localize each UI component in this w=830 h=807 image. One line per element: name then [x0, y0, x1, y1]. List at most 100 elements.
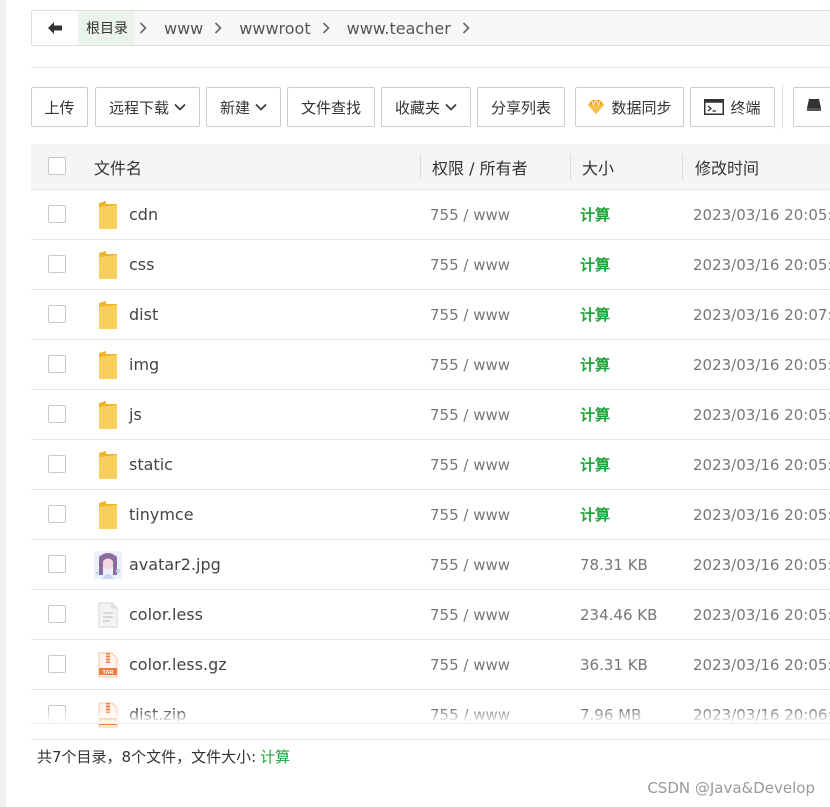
breadcrumb-item-wwwroot[interactable]: wwwroot	[231, 11, 316, 45]
file-name[interactable]: tinymce	[129, 490, 194, 539]
row-checkbox[interactable]	[48, 455, 66, 473]
more-button[interactable]	[793, 87, 830, 127]
row-checkbox[interactable]	[48, 505, 66, 523]
column-divider	[420, 154, 421, 180]
folder-icon	[93, 390, 123, 439]
permission-owner[interactable]: 755 / www	[430, 540, 510, 589]
calculate-size-link[interactable]: 计算	[580, 240, 610, 289]
permission-owner[interactable]: 755 / www	[430, 290, 510, 339]
modified-time: 2023/03/16 20:05:4	[693, 605, 830, 624]
watermark: CSDN @Java&Develop	[647, 779, 815, 797]
table-row[interactable]: color.less 755 / www 234.46 KB 2023/03/16 2…	[31, 590, 830, 640]
table-row[interactable]: dist 755 / www 计算 2023/03/16 20:07:0	[31, 290, 830, 340]
modified-time: 2023/03/16 20:05:4	[693, 355, 830, 374]
left-edge-strip	[0, 0, 6, 807]
permission-owner[interactable]: 755 / www	[430, 190, 510, 239]
table-row[interactable]: js 755 / www 计算 2023/03/16 20:05:4	[31, 390, 830, 440]
row-checkbox[interactable]	[48, 205, 66, 223]
permission-owner[interactable]: 755 / www	[430, 590, 510, 639]
chevron-right-icon	[319, 22, 333, 34]
chevron-right-icon	[211, 22, 225, 34]
file-name[interactable]: static	[129, 440, 173, 489]
file-name[interactable]: color.less.gz	[129, 640, 227, 689]
image-thumbnail-icon	[93, 540, 123, 589]
folder-icon	[93, 340, 123, 389]
breadcrumb-item-www[interactable]: www	[156, 11, 209, 45]
table-row[interactable]: css 755 / www 计算 2023/03/16 20:05:4	[31, 240, 830, 290]
chevron-down-icon	[255, 103, 267, 111]
upload-label: 上传	[44, 98, 75, 117]
favorites-label: 收藏夹	[394, 98, 440, 117]
column-header-name[interactable]: 文件名	[94, 144, 142, 189]
calculate-size-link[interactable]: 计算	[580, 390, 610, 439]
favorites-button[interactable]: 收藏夹	[381, 87, 471, 127]
file-name[interactable]: css	[129, 240, 154, 289]
file-name[interactable]: dist	[129, 290, 158, 339]
table-row[interactable]: tinymce 755 / www 计算 2023/03/16 20:05:4	[31, 490, 830, 540]
breadcrumb-item-root[interactable]: 根目录	[78, 11, 134, 45]
breadcrumb: 根目录 www wwwroot www.teacher	[78, 11, 479, 45]
modified-time: 2023/03/16 20:05:4	[693, 505, 830, 524]
table-row[interactable]: TAR color.less.gz 755 / www 36.31 KB 2023/03…	[31, 640, 830, 690]
modified-time: 2023/03/16 20:05:4	[693, 405, 830, 424]
row-checkbox[interactable]	[48, 655, 66, 673]
chevron-right-icon	[136, 22, 150, 34]
table-row[interactable]: img 755 / www 计算 2023/03/16 20:05:4	[31, 340, 830, 390]
permission-owner[interactable]: 755 / www	[430, 340, 510, 389]
calculate-size-link[interactable]: 计算	[580, 440, 610, 489]
permission-owner[interactable]: 755 / www	[430, 640, 510, 689]
file-name[interactable]: js	[129, 390, 142, 439]
calculate-size-link[interactable]: 计算	[260, 746, 290, 767]
file-search-button[interactable]: 文件查找	[287, 87, 375, 127]
folder-icon	[93, 240, 123, 289]
permission-owner[interactable]: 755 / www	[430, 440, 510, 489]
remote-download-button[interactable]: 远程下载	[95, 87, 200, 127]
divider	[31, 67, 830, 68]
diamond-icon	[587, 99, 605, 115]
breadcrumb-item-site[interactable]: www.teacher	[339, 11, 457, 45]
new-button[interactable]: 新建	[206, 87, 281, 127]
row-checkbox[interactable]	[48, 355, 66, 373]
table-row[interactable]: static 755 / www 计算 2023/03/16 20:05:4	[31, 440, 830, 490]
back-button[interactable]	[32, 11, 79, 45]
file-name[interactable]: color.less	[129, 590, 203, 639]
upload-button[interactable]: 上传	[31, 87, 88, 127]
chevron-down-icon	[174, 103, 186, 111]
terminal-button[interactable]: 终端	[690, 87, 775, 127]
file-name[interactable]: avatar2.jpg	[129, 540, 221, 589]
row-checkbox[interactable]	[48, 405, 66, 423]
row-checkbox[interactable]	[48, 255, 66, 273]
column-divider	[570, 154, 571, 180]
permission-owner[interactable]: 755 / www	[430, 490, 510, 539]
divider	[31, 723, 830, 724]
select-all-checkbox[interactable]	[48, 157, 66, 175]
text-file-icon	[93, 590, 123, 639]
data-sync-label: 数据同步	[611, 98, 672, 117]
file-search-label: 文件查找	[300, 98, 361, 117]
column-header-size[interactable]: 大小	[582, 144, 614, 189]
permission-owner[interactable]: 755 / www	[430, 240, 510, 289]
row-checkbox[interactable]	[48, 605, 66, 623]
share-list-label: 分享列表	[490, 98, 551, 117]
file-name[interactable]: img	[129, 340, 159, 389]
calculate-size-link[interactable]: 计算	[580, 290, 610, 339]
row-checkbox[interactable]	[48, 555, 66, 573]
chevron-right-icon	[459, 22, 473, 34]
chevron-down-icon	[445, 103, 457, 111]
table-row[interactable]: avatar2.jpg 755 / www 78.31 KB 2023/03/16 2…	[31, 540, 830, 590]
column-header-mtime[interactable]: 修改时间	[695, 144, 759, 189]
data-sync-button[interactable]: 数据同步	[575, 87, 684, 127]
share-list-button[interactable]: 分享列表	[477, 87, 565, 127]
modified-time: 2023/03/16 20:05:4	[693, 205, 830, 224]
archive-file-icon: TAR	[93, 640, 123, 689]
column-header-perm[interactable]: 权限 / 所有者	[432, 144, 528, 189]
calculate-size-link[interactable]: 计算	[580, 190, 610, 239]
table-row[interactable]: cdn 755 / www 计算 2023/03/16 20:05:4	[31, 190, 830, 240]
scroll-fade	[31, 709, 830, 723]
toolbar-separator	[782, 85, 783, 129]
row-checkbox[interactable]	[48, 305, 66, 323]
calculate-size-link[interactable]: 计算	[580, 490, 610, 539]
file-name[interactable]: cdn	[129, 190, 158, 239]
permission-owner[interactable]: 755 / www	[430, 390, 510, 439]
calculate-size-link[interactable]: 计算	[580, 340, 610, 389]
